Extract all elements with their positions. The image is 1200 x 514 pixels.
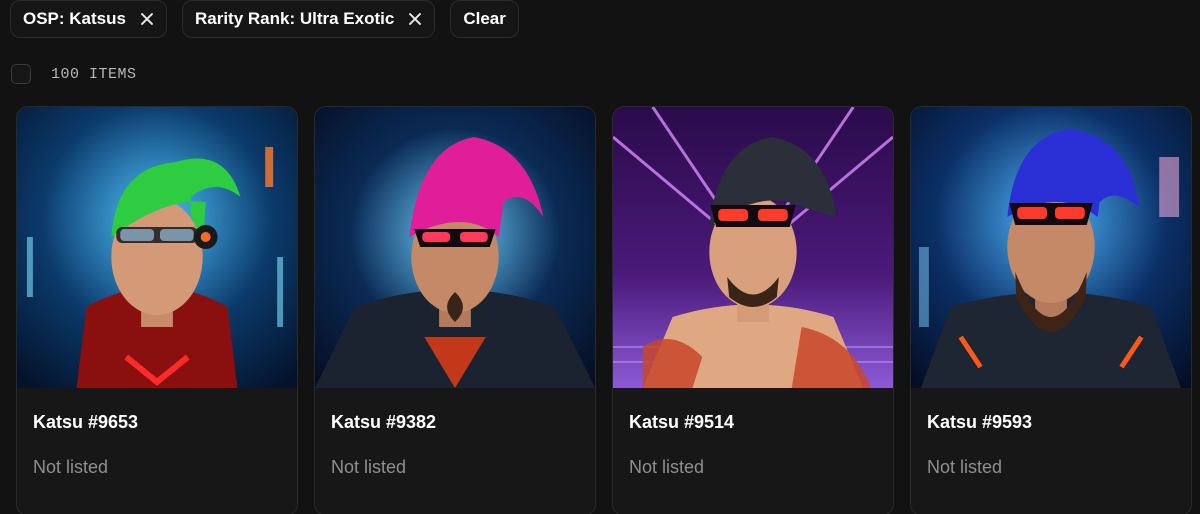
items-count: 100 ITEMS xyxy=(51,65,137,83)
filter-chip-rarity-rank[interactable]: Rarity Rank: Ultra Exotic xyxy=(181,0,436,38)
collection-page: OSP: Katsus Rarity Rank: Ultra Exotic Cl… xyxy=(0,0,1200,514)
nft-card[interactable]: Katsu #9382 Not listed xyxy=(314,106,596,514)
nft-title[interactable]: Katsu #9514 xyxy=(629,412,893,433)
close-icon[interactable] xyxy=(140,12,154,26)
listing-status: Not listed xyxy=(927,457,1003,477)
nft-grid: Katsu #9653 Not listed Katsu #9382 Not l… xyxy=(16,106,1192,514)
nft-title[interactable]: Katsu #9653 xyxy=(33,412,297,433)
nft-card[interactable]: Katsu #9653 Not listed xyxy=(16,106,298,514)
nft-title[interactable]: Katsu #9593 xyxy=(927,412,1191,433)
filter-chip-osp[interactable]: OSP: Katsus xyxy=(10,0,167,38)
nft-image[interactable] xyxy=(613,107,893,388)
results-header: 100 ITEMS xyxy=(11,64,137,84)
nft-title[interactable]: Katsu #9382 xyxy=(331,412,595,433)
clear-filters-button[interactable]: Clear xyxy=(450,0,519,38)
filter-chip-label: Rarity Rank: Ultra Exotic xyxy=(194,9,395,28)
nft-image[interactable] xyxy=(911,107,1191,388)
nft-card[interactable]: Katsu #9593 Not listed xyxy=(910,106,1192,514)
close-icon[interactable] xyxy=(408,12,422,26)
select-all-checkbox[interactable] xyxy=(11,64,31,84)
filter-chip-label: OSP: Katsus xyxy=(23,9,126,28)
listing-status: Not listed xyxy=(331,457,407,477)
nft-card[interactable]: Katsu #9514 Not listed xyxy=(612,106,894,514)
listing-status: Not listed xyxy=(33,457,109,477)
nft-image[interactable] xyxy=(17,107,297,388)
nft-image[interactable] xyxy=(315,107,595,388)
active-filters-bar: OSP: Katsus Rarity Rank: Ultra Exotic Cl… xyxy=(10,0,519,40)
listing-status: Not listed xyxy=(629,457,705,477)
